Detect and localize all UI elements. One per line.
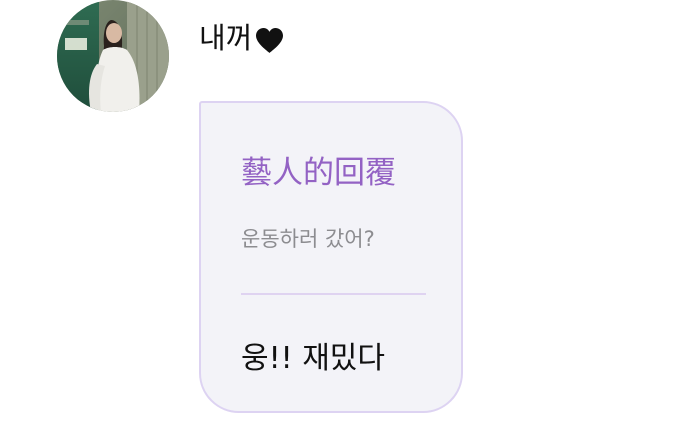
avatar[interactable]	[57, 0, 169, 112]
quoted-message: 운동하러 갔어?	[241, 227, 375, 251]
artist-reply-card: 藝人的回覆 운동하러 갔어? 웅!! 재밌다	[199, 101, 463, 413]
divider	[241, 293, 426, 295]
sender-header: 내꺼	[199, 18, 285, 58]
sender-name: 내꺼	[199, 21, 253, 55]
reply-message: 웅!! 재밌다	[241, 341, 385, 376]
reply-header: 藝人的回覆	[241, 155, 396, 191]
heart-icon	[256, 27, 284, 53]
avatar-photo	[57, 0, 169, 112]
